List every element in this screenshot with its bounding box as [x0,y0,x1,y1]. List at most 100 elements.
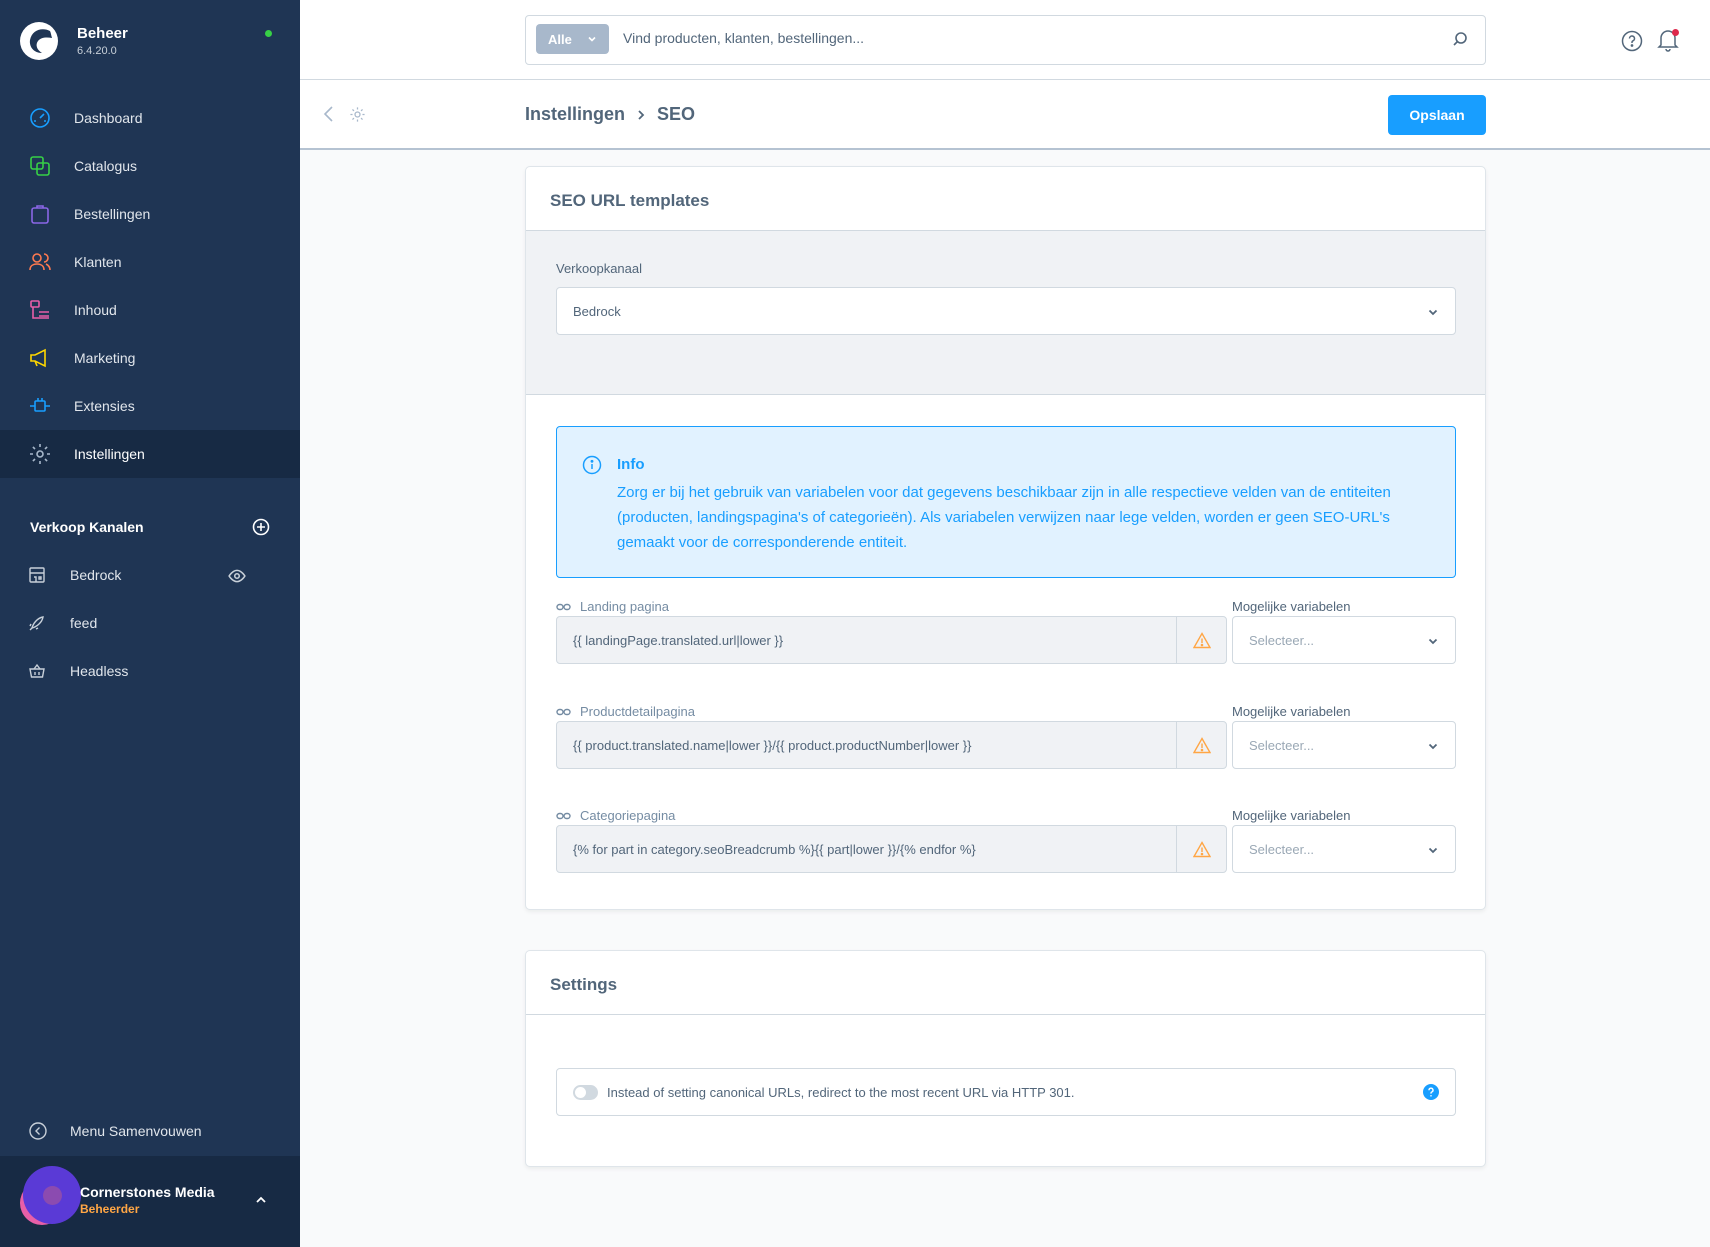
collapse-label: Menu Samenvouwen [70,1123,202,1139]
info-text: Zorg er bij het gebruik van variabelen v… [617,484,1391,551]
variables-placeholder: Selecteer... [1249,842,1315,857]
template-warning [1176,617,1226,663]
sales-channel-list: Bedrock feed Headless [0,551,300,695]
sales-channel-bedrock[interactable]: Bedrock [0,551,300,599]
settings-card: Settings Instead of setting canonical UR… [525,950,1486,1167]
nav-item-extensies[interactable]: Extensies [0,382,300,430]
sales-channel-value: Bedrock [573,304,621,319]
nav-item-klanten[interactable]: Klanten [0,238,300,286]
sales-channels-header: Verkoop Kanalen [30,518,270,536]
sales-channel-label: Verkoopkanaal [556,261,643,276]
chevron-left-icon[interactable] [322,105,336,123]
nav-item-marketing[interactable]: Marketing [0,334,300,382]
main-nav: Dashboard Catalogus Bestellingen Klanten… [0,94,300,478]
brand-version: 6.4.20.0 [77,45,117,57]
template-warning [1176,826,1226,872]
brand-title: Beheer [77,25,128,42]
basket-icon [29,663,45,678]
template-label: Landing pagina [556,599,669,614]
template-label: Productdetailpagina [556,704,695,719]
user-role: Beheerder [80,1202,140,1216]
search-icon[interactable] [1451,30,1469,48]
template-input[interactable]: {% for part in category.seoBreadcrumb %}… [556,825,1227,873]
info-title: Info [617,456,645,473]
nav-item-inhoud[interactable]: Inhoud [0,286,300,334]
search-type-select[interactable]: Alle [536,24,609,54]
variables-select[interactable]: Selecteer... [1232,825,1456,873]
nav-item-instellingen[interactable]: Instellingen [0,430,300,478]
variables-label: Mogelijke variabelen [1232,599,1351,614]
user-name: Cornerstones Media [80,1184,215,1200]
users-icon [29,253,51,271]
link-icon [556,603,571,610]
breadcrumb: Instellingen SEO [525,104,695,125]
template-category-page: Categoriepagina Mogelijke variabelen {% … [556,808,1456,878]
megaphone-icon [30,348,46,368]
gauge-icon [30,108,50,128]
template-landing-page: Landing pagina Mogelijke variabelen {{ l… [556,599,1456,669]
breadcrumb-current: SEO [657,104,696,124]
status-dot [265,30,272,37]
chevron-down-icon [1428,638,1438,645]
sales-channel-label: feed [70,615,98,631]
template-input[interactable]: {{ product.translated.name|lower }}/{{ p… [556,721,1227,769]
card-title: SEO URL templates [526,167,1485,231]
link-icon [556,812,571,819]
storefront-icon [29,567,45,583]
nav-item-catalogus[interactable]: Catalogus [0,142,300,190]
catalog-icon [30,156,50,176]
global-search: Alle Vind producten, klanten, bestelling… [525,15,1486,65]
sales-channels-title: Verkoop Kanalen [30,519,144,535]
avatar-dot [43,1186,62,1205]
info-alert: Info Zorg er bij het gebruik van variabe… [556,426,1456,578]
search-input[interactable]: Vind producten, klanten, bestellingen... [623,30,864,46]
sales-channel-label: Headless [70,663,129,679]
add-circle-icon[interactable] [252,518,270,536]
link-icon [556,708,571,715]
template-label-text: Categoriepagina [580,808,676,823]
shopping-bag-icon [31,205,49,224]
eye-icon[interactable] [228,567,246,585]
help-circle-icon[interactable] [1423,1084,1439,1100]
collapse-menu-button[interactable]: Menu Samenvouwen [28,1121,202,1141]
warning-icon [1193,841,1211,858]
cog-icon [30,444,50,464]
nav-label: Instellingen [74,446,145,462]
shopware-logo-icon [20,22,58,60]
template-product-detail-page: Productdetailpagina Mogelijke variabelen… [556,704,1456,774]
nav-label: Dashboard [74,110,143,126]
nav-label: Catalogus [74,158,138,174]
brand[interactable]: Beheer 6.4.20.0 [20,22,128,60]
warning-icon [1193,737,1211,754]
info-icon [582,455,602,475]
help-icon[interactable] [1621,30,1643,52]
variables-select[interactable]: Selecteer... [1232,616,1456,664]
save-button[interactable]: Opslaan [1388,95,1486,135]
redirect-toggle[interactable] [573,1084,598,1100]
chevron-left-circle-icon [29,1122,47,1140]
nav-item-bestellingen[interactable]: Bestellingen [0,190,300,238]
chevron-down-icon [1428,847,1438,854]
breadcrumb-parent[interactable]: Instellingen [525,104,625,125]
template-label-text: Landing pagina [580,599,669,614]
template-input[interactable]: {{ landingPage.translated.url|lower }} [556,616,1227,664]
notification-badge [1672,29,1679,36]
nav-item-dashboard[interactable]: Dashboard [0,94,300,142]
content-icon [30,300,49,319]
chevron-up-icon[interactable] [254,1193,268,1207]
variables-label: Mogelijke variabelen [1232,808,1351,823]
sales-channel-section: Verkoopkanaal Bedrock [526,231,1485,395]
template-label: Categoriepagina [556,808,675,823]
variables-select[interactable]: Selecteer... [1232,721,1456,769]
user-menu[interactable]: Cornerstones Media Beheerder [0,1156,300,1247]
nav-label: Klanten [74,254,122,270]
chevron-right-icon [638,109,645,120]
chevron-down-icon [588,36,596,42]
sales-channel-feed[interactable]: feed [0,599,300,647]
sales-channel-headless[interactable]: Headless [0,647,300,695]
nav-label: Marketing [74,350,136,366]
sales-channel-select[interactable]: Bedrock [556,287,1456,335]
cog-icon[interactable] [349,106,366,123]
smart-bar: Instellingen SEO Opslaan [300,80,1710,150]
sidebar: Beheer 6.4.20.0 Dashboard Catalogus Best… [0,0,300,1247]
